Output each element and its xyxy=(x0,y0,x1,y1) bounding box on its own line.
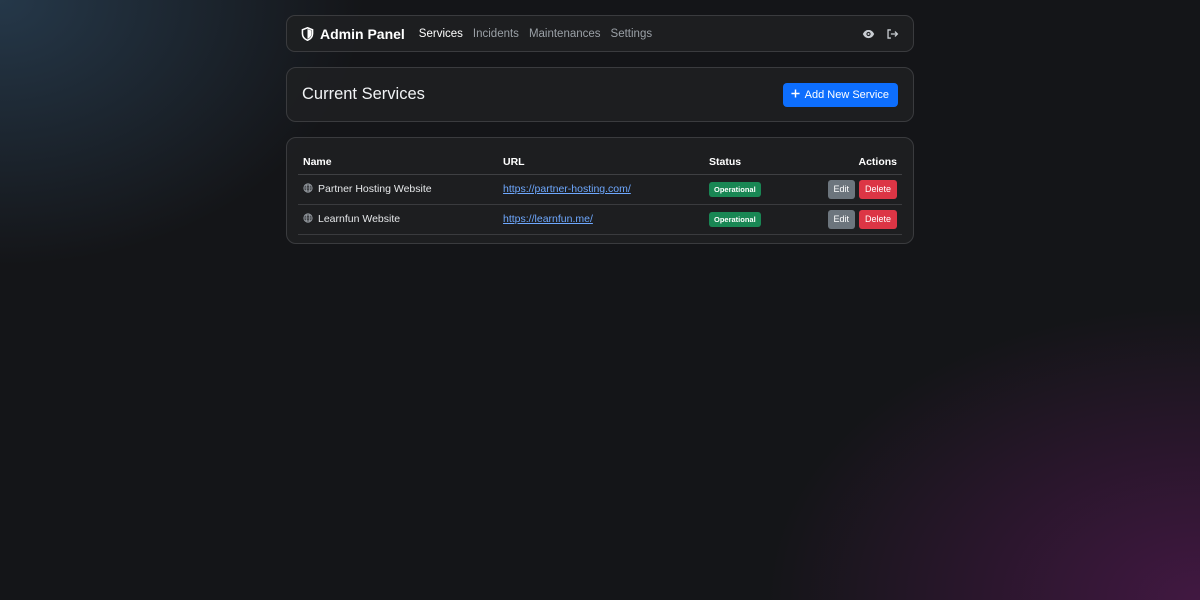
eye-icon[interactable] xyxy=(861,27,875,41)
shield-icon xyxy=(300,26,314,41)
page-title: Current Services xyxy=(302,85,425,103)
column-status: Status xyxy=(704,150,791,175)
top-navbar: Admin Panel Services Incidents Maintenan… xyxy=(286,15,914,52)
service-url-cell: https://learnfun.me/ xyxy=(498,204,704,235)
service-url-link[interactable]: https://learnfun.me/ xyxy=(503,213,593,225)
service-name-cell: Partner Hosting Website xyxy=(298,174,498,205)
globe-icon xyxy=(303,182,313,196)
delete-button[interactable]: Delete xyxy=(858,179,897,199)
nav-link-settings[interactable]: Settings xyxy=(611,28,653,40)
nav-actions xyxy=(861,27,899,41)
status-badge: Operational xyxy=(709,181,761,197)
service-url-cell: https://partner-hosting.com/ xyxy=(498,174,704,205)
service-actions-cell: Edit Delete xyxy=(790,174,902,205)
edit-button[interactable]: Edit xyxy=(827,179,856,199)
service-name-cell: Learnfun Website xyxy=(298,204,498,235)
page-header: Current Services Add New Service xyxy=(286,67,914,122)
service-name: Learnfun Website xyxy=(318,213,401,225)
service-actions-cell: Edit Delete xyxy=(790,204,902,235)
globe-icon xyxy=(303,212,313,226)
status-badge: Operational xyxy=(709,211,761,227)
add-service-label: Add New Service xyxy=(804,88,889,101)
table-row: Learnfun Website https://learnfun.me/ Op… xyxy=(298,204,902,235)
plus-icon xyxy=(791,88,800,101)
column-url: URL xyxy=(498,150,704,175)
column-name: Name xyxy=(298,150,498,175)
table-header-row: Name URL Status Actions xyxy=(298,150,902,175)
brand-title: Admin Panel xyxy=(320,25,405,42)
logout-icon[interactable] xyxy=(885,27,899,41)
nav-link-incidents[interactable]: Incidents xyxy=(473,28,519,40)
service-status-cell: Operational xyxy=(704,204,791,235)
nav-links: Services Incidents Maintenances Settings xyxy=(419,28,652,40)
service-name: Partner Hosting Website xyxy=(318,183,432,195)
service-status-cell: Operational xyxy=(704,174,791,205)
table-row: Partner Hosting Website https://partner-… xyxy=(298,174,902,205)
delete-button[interactable]: Delete xyxy=(858,209,897,229)
nav-link-services[interactable]: Services xyxy=(419,28,463,40)
services-table: Name URL Status Actions Partner Hosting … xyxy=(298,150,902,235)
nav-link-maintenances[interactable]: Maintenances xyxy=(529,28,601,40)
column-actions: Actions xyxy=(790,150,902,175)
add-service-button[interactable]: Add New Service xyxy=(782,82,898,107)
services-table-card: Name URL Status Actions Partner Hosting … xyxy=(286,137,914,244)
brand[interactable]: Admin Panel xyxy=(300,26,405,42)
service-url-link[interactable]: https://partner-hosting.com/ xyxy=(503,183,631,195)
edit-button[interactable]: Edit xyxy=(827,209,856,229)
